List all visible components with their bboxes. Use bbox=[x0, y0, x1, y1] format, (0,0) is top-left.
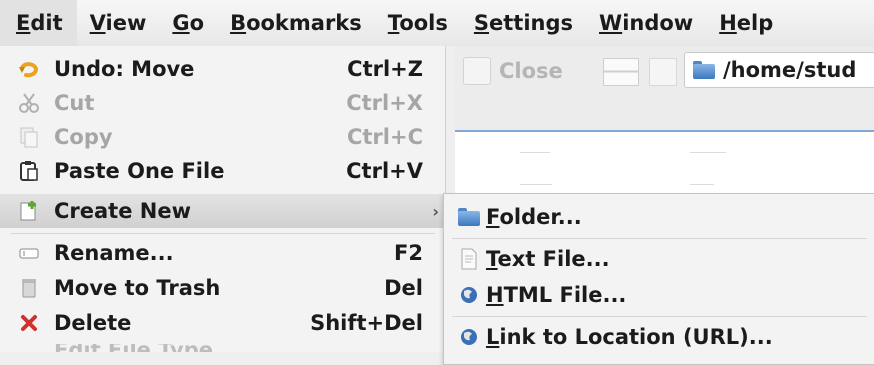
menu-go[interactable]: Go bbox=[159, 0, 217, 46]
close-icon bbox=[463, 57, 491, 85]
text-file-icon bbox=[458, 248, 480, 270]
menu-view[interactable]: View bbox=[77, 0, 160, 46]
menu-item-create-new[interactable]: Create New › bbox=[0, 194, 445, 228]
menu-item-label: Paste One File bbox=[54, 159, 225, 183]
link-icon bbox=[458, 326, 480, 348]
ghost-item bbox=[520, 152, 550, 153]
ghost-item bbox=[690, 184, 714, 185]
menu-item-cut[interactable]: Cut Ctrl+X bbox=[0, 86, 445, 120]
menu-item-copy[interactable]: Copy Ctrl+C bbox=[0, 120, 445, 154]
shortcut-label: Del bbox=[384, 276, 423, 300]
menu-item-delete[interactable]: Delete Shift+Del bbox=[0, 306, 445, 340]
shortcut-label: Shift+Del bbox=[310, 311, 423, 335]
menu-item-undo[interactable]: Undo: Move Ctrl+Z bbox=[0, 52, 445, 86]
ghost-item bbox=[520, 184, 552, 185]
submenu-arrow-icon: › bbox=[432, 201, 439, 221]
menu-separator bbox=[452, 238, 867, 239]
location-path: /home/stud bbox=[723, 58, 857, 82]
trash-icon bbox=[18, 277, 40, 299]
ghost-item bbox=[690, 152, 726, 153]
submenu-item-folder[interactable]: Folder... bbox=[444, 200, 874, 234]
menu-tools[interactable]: Tools bbox=[375, 0, 461, 46]
shortcut-label: F2 bbox=[394, 241, 423, 265]
folder-icon bbox=[458, 206, 480, 228]
menu-item-label: Delete bbox=[54, 311, 132, 335]
menu-item-move-to-trash[interactable]: Move to Trash Del bbox=[0, 271, 445, 305]
menu-item-label: Edit File Type... bbox=[54, 344, 237, 352]
menu-item-label: Move to Trash bbox=[54, 276, 221, 300]
menu-separator bbox=[452, 316, 867, 317]
menu-item-label: Undo: Move bbox=[54, 57, 195, 81]
menu-item-label: Rename... bbox=[54, 241, 174, 265]
menu-item-label: Cut bbox=[54, 91, 95, 115]
close-label: Close bbox=[499, 59, 563, 83]
shortcut-label: Ctrl+X bbox=[346, 91, 423, 115]
submenu-item-label: Folder... bbox=[486, 205, 582, 229]
submenu-item-label: HTML File... bbox=[486, 283, 627, 307]
menu-separator bbox=[10, 233, 435, 234]
scissors-icon bbox=[18, 92, 40, 114]
menu-settings[interactable]: Settings bbox=[461, 0, 586, 46]
copy-icon bbox=[18, 126, 40, 148]
rename-icon bbox=[18, 242, 40, 264]
menu-bookmarks[interactable]: Bookmarks bbox=[217, 0, 375, 46]
menu-window[interactable]: Window bbox=[586, 0, 706, 46]
shortcut-label: Ctrl+Z bbox=[347, 57, 423, 81]
shortcut-label: Ctrl+V bbox=[346, 159, 423, 183]
create-new-submenu: Folder... Text File... HTML File... Link… bbox=[443, 193, 874, 365]
close-button[interactable]: Close bbox=[463, 54, 563, 88]
submenu-item-label: Link to Location (URL)... bbox=[486, 325, 773, 349]
menu-bar: Edit View Go Bookmarks Tools Settings Wi… bbox=[0, 0, 874, 46]
html-file-icon bbox=[458, 284, 480, 306]
menu-help[interactable]: Help bbox=[706, 0, 786, 46]
menu-edit[interactable]: Edit bbox=[0, 0, 77, 46]
delete-icon bbox=[18, 312, 40, 334]
submenu-item-link-to-location[interactable]: Link to Location (URL)... bbox=[444, 320, 874, 354]
shortcut-label: Ctrl+C bbox=[346, 125, 423, 149]
menu-item-edit-file-type[interactable]: Edit File Type... bbox=[0, 344, 445, 352]
menu-item-label: Copy bbox=[54, 125, 113, 149]
menu-item-paste[interactable]: Paste One File Ctrl+V bbox=[0, 154, 445, 188]
paste-icon bbox=[18, 160, 40, 182]
submenu-item-html-file[interactable]: HTML File... bbox=[444, 278, 874, 312]
submenu-item-text-file[interactable]: Text File... bbox=[444, 242, 874, 276]
location-bar[interactable]: /home/stud bbox=[684, 52, 874, 88]
new-document-icon bbox=[18, 200, 40, 222]
pane-icon[interactable] bbox=[649, 58, 677, 86]
file-manager-toolbar: Close /home/stud bbox=[455, 46, 874, 130]
undo-icon bbox=[18, 58, 40, 80]
submenu-item-label: Text File... bbox=[486, 247, 610, 271]
menu-item-label: Create New bbox=[54, 199, 191, 223]
folder-icon bbox=[693, 61, 715, 79]
edit-menu: Undo: Move Ctrl+Z Cut Ctrl+X Copy Ctrl+C… bbox=[0, 46, 446, 352]
menu-item-rename[interactable]: Rename... F2 bbox=[0, 236, 445, 270]
split-view-icon[interactable] bbox=[603, 58, 639, 86]
